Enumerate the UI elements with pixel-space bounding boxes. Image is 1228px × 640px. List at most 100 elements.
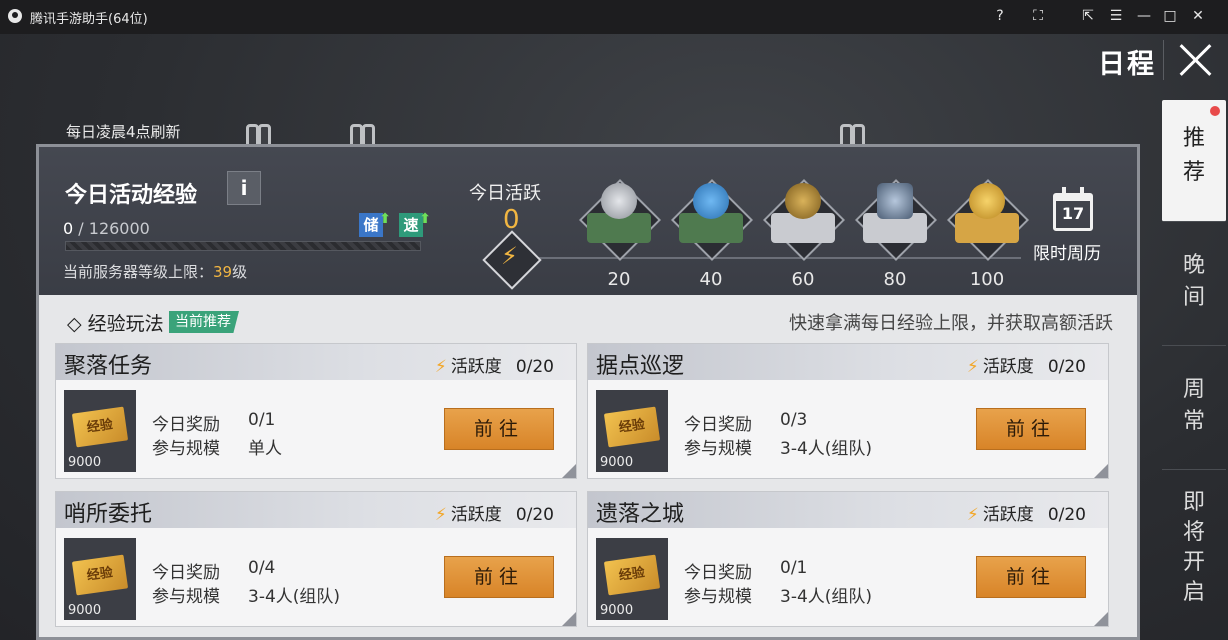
go-button[interactable]: 前往 (444, 556, 554, 598)
minimize-icon[interactable]: — (1134, 6, 1154, 26)
energy-icon (693, 183, 729, 219)
emblem-icon (785, 183, 821, 219)
reward-label: 今日奖励 (152, 415, 220, 435)
exp-title: 今日活动经验 (65, 183, 198, 208)
tab-recommended[interactable]: 推荐 (1162, 100, 1226, 222)
exp-progress-bar (65, 241, 421, 251)
exp-ticket-item[interactable]: 经验 9000 (596, 390, 668, 472)
silver-coin-icon (601, 183, 637, 219)
bolt-icon: ⚡ (966, 505, 979, 525)
go-button[interactable]: 前往 (444, 408, 554, 450)
task-name: 遗落之城 (596, 502, 685, 527)
item-amount: 9000 (68, 603, 102, 618)
activity-value: 0/20 (1047, 357, 1086, 377)
task-activity: ⚡ 活跃度 0/20 (967, 352, 1086, 377)
armor-plate-icon (877, 183, 913, 219)
task-name: 聚落任务 (64, 354, 153, 379)
store-badge[interactable]: 储 ⬆ (359, 211, 391, 237)
daily-summary: 今日活动经验 i 0 / 126000 储 ⬆ 速 ⬆ 当前服务器等级上限：39级 … (39, 147, 1137, 295)
calendar-label[interactable]: 限时周历 (1033, 239, 1101, 264)
refresh-note: 每日凌晨4点刷新 (66, 123, 181, 141)
fullscreen-icon[interactable]: ⛶ (1028, 6, 1048, 26)
item-amount: 9000 (600, 455, 634, 470)
info-button[interactable]: i (227, 171, 261, 205)
tab-label: 推荐 (1182, 126, 1205, 185)
task-activity: ⚡ 活跃度 0/20 (967, 500, 1086, 525)
exp-ticket-item[interactable]: 经验 9000 (64, 390, 136, 472)
milestone-value: 40 (699, 269, 723, 290)
scale-value: 单人 (248, 439, 282, 459)
recommended-badge: 当前推荐 (169, 311, 239, 333)
section-hint: 快速拿满每日经验上限，并获取高额活跃 (789, 313, 1113, 334)
task-name: 哨所委托 (64, 502, 153, 527)
go-button[interactable]: 前往 (976, 556, 1086, 598)
tab-label: 即将开启 (1182, 490, 1205, 605)
exp-ticket-item[interactable]: 经验 9000 (596, 538, 668, 620)
gold-coin-icon (969, 183, 1005, 219)
reward-milestone-100[interactable]: 100 (941, 177, 1033, 293)
tab-coming-soon[interactable]: 即将开启 (1162, 470, 1226, 640)
card-corner (562, 464, 576, 478)
exp-max: 126000 (88, 219, 150, 238)
tab-weekly[interactable]: 周常 (1162, 346, 1226, 470)
close-icon[interactable] (1178, 42, 1214, 78)
reward-milestone-80[interactable]: 80 (849, 177, 941, 293)
tab-evening[interactable]: 晚间 (1162, 222, 1226, 346)
go-button[interactable]: 前往 (976, 408, 1086, 450)
activity-label: 今日活跃 (469, 183, 541, 204)
reward-value: 0/1 (780, 558, 808, 578)
milestone-value: 20 (607, 269, 631, 290)
card-header: 聚落任务 ⚡ 活跃度 0/20 (56, 344, 576, 380)
exp-ticket-icon: 经验 (71, 554, 129, 596)
window-title: 腾讯手游助手(64位) (30, 12, 148, 27)
page-title: 日程 (1098, 49, 1156, 80)
scale-label: 参与规模 (684, 587, 752, 607)
tab-label: 晚间 (1182, 253, 1205, 310)
reward-label: 今日奖励 (152, 563, 220, 583)
activity-value: 0/20 (1047, 505, 1086, 525)
scale-value: 3-4人(组队) (780, 439, 873, 459)
task-name: 据点巡逻 (596, 354, 685, 379)
tab-label: 周常 (1182, 377, 1205, 434)
reward-label: 今日奖励 (684, 415, 752, 435)
reward-label: 今日奖励 (684, 563, 752, 583)
menu-icon[interactable]: ☰ (1106, 6, 1126, 26)
card-corner (1094, 464, 1108, 478)
reward-value: 0/3 (780, 410, 808, 430)
reward-milestone-60[interactable]: 60 (757, 177, 849, 293)
activity-label: 活跃度 (450, 357, 502, 377)
store-badge-label: 储 (363, 216, 379, 234)
task-card-outpost: 哨所委托 ⚡ 活跃度 0/20 经验 9000 今日奖励 0/4 参与规模 3-4人… (55, 491, 577, 627)
activity-value: 0/20 (515, 505, 554, 525)
task-card-patrol: 据点巡逻 ⚡ 活跃度 0/20 经验 9000 今日奖励 0/3 参与规模 3-4人… (587, 343, 1109, 479)
help-icon[interactable]: ? (990, 6, 1010, 26)
exp-ticket-icon: 经验 (603, 554, 661, 596)
exp-ticket-item[interactable]: 经验 9000 (64, 538, 136, 620)
reward-value: 0/4 (248, 558, 276, 578)
calendar-icon[interactable]: 17 (1053, 187, 1093, 231)
schedule-screen: 日程 推荐 晚间 周常 即将开启 每日凌晨4点刷新 今日活动经验 i 0 / 1… (0, 34, 1228, 640)
card-header: 哨所委托 ⚡ 活跃度 0/20 (56, 492, 576, 528)
level-cap-text: 当前服务器等级上限：39级 (63, 261, 247, 282)
item-amount: 9000 (68, 455, 102, 470)
app-logo-icon (8, 9, 22, 23)
task-activity: ⚡ 活跃度 0/20 (435, 352, 554, 377)
scale-value: 3-4人(组队) (248, 587, 341, 607)
activity-bolt-icon: ⚡ (482, 230, 542, 290)
reward-milestone-20[interactable]: 20 (573, 177, 665, 293)
pin-icon[interactable]: ⇱ (1078, 6, 1098, 26)
notification-dot (1210, 106, 1220, 116)
exp-ticket-icon: 经验 (603, 406, 661, 448)
bolt-icon: ⚡ (966, 357, 979, 377)
scale-value: 3-4人(组队) (780, 587, 873, 607)
exp-separator: / (78, 219, 84, 238)
speed-badge[interactable]: 速 ⬆ (399, 211, 431, 237)
level-cap-suffix: 级 (232, 263, 248, 281)
scale-label: 参与规模 (152, 439, 220, 459)
card-header: 遗落之城 ⚡ 活跃度 0/20 (588, 492, 1108, 528)
scale-label: 参与规模 (684, 439, 752, 459)
window-close-icon[interactable]: ✕ (1188, 6, 1208, 26)
maximize-icon[interactable]: □ (1160, 6, 1180, 26)
reward-milestone-40[interactable]: 40 (665, 177, 757, 293)
level-cap-value: 39 (213, 263, 233, 281)
